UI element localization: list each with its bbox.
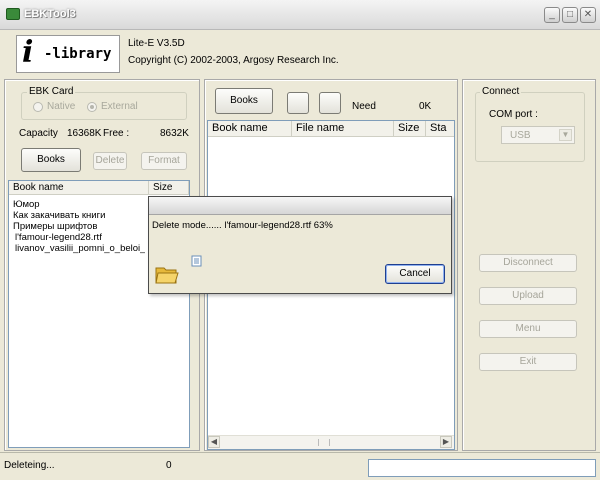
card-books-button[interactable]: Books	[21, 148, 81, 172]
card-list-header: Book name Size	[9, 181, 189, 195]
com-port-value: USB	[510, 130, 531, 141]
format-button[interactable]: Format	[141, 152, 187, 170]
list-item[interactable]: Юмор	[13, 199, 40, 210]
status-text: Deleteing...	[4, 460, 55, 471]
chevron-down-icon[interactable]: ▼	[559, 129, 572, 141]
minimize-button[interactable]: _	[544, 7, 560, 23]
scroll-right-icon[interactable]: ▶	[440, 436, 452, 448]
cancel-button[interactable]: Cancel	[385, 264, 445, 284]
col-book-name[interactable]: Book name	[9, 181, 149, 195]
horizontal-scrollbar[interactable]: ◀ ▶	[208, 435, 454, 449]
status-count: 0	[166, 460, 172, 471]
exit-button[interactable]: Exit	[479, 353, 577, 371]
add-button[interactable]	[287, 92, 309, 114]
com-port-label: COM port :	[489, 109, 538, 120]
list-item[interactable]: Примеры шрифтов	[13, 221, 97, 232]
maximize-button[interactable]: □	[562, 7, 578, 23]
capacity-value: 16368K	[67, 128, 102, 139]
window-title: EBKTool3	[24, 8, 76, 20]
connect-panel: Connect COM port : USB ▼ Disconnect Uplo…	[462, 79, 596, 451]
delete-button[interactable]: Delete	[93, 152, 127, 170]
free-label: Free :	[103, 128, 130, 139]
external-radio[interactable]	[87, 102, 97, 112]
version-label: Lite-E V3.5D	[128, 38, 185, 49]
ebk-card-title: EBK Card	[27, 86, 76, 97]
close-button[interactable]: ✕	[580, 7, 596, 23]
upload-button[interactable]: Upload	[479, 287, 577, 305]
menu-button[interactable]: Menu	[479, 320, 577, 338]
folder-icon	[155, 267, 179, 284]
col-file-name[interactable]: File name	[292, 121, 394, 137]
list-item[interactable]: Как закачивать книги	[13, 210, 105, 221]
flying-document-icon	[191, 255, 202, 267]
status-bar: Deleteing... 0	[0, 452, 600, 480]
need-value: 0K	[419, 101, 432, 112]
app-book-icon	[6, 8, 20, 20]
need-label: Need	[352, 101, 376, 112]
dialog-message: Delete mode...... l'famour-legend28.rtf …	[152, 220, 333, 231]
list-item[interactable]: l'famour-legend28.rtf	[15, 232, 102, 243]
transfer-list-header: Book name File name Size Sta	[208, 121, 454, 137]
connect-title: Connect	[480, 86, 522, 97]
scroll-left-icon[interactable]: ◀	[208, 436, 220, 448]
logo-text: -library	[44, 46, 112, 62]
col-status[interactable]: Sta	[426, 121, 454, 137]
logo-i-mark: i	[22, 35, 34, 70]
native-label: Native	[47, 101, 76, 112]
col-size[interactable]: Size	[149, 181, 189, 195]
progress-field	[368, 459, 596, 477]
disconnect-button[interactable]: Disconnect	[479, 254, 577, 272]
col-book-name[interactable]: Book name	[208, 121, 292, 137]
col-size[interactable]: Size	[394, 121, 426, 137]
capacity-label: Capacity	[19, 128, 58, 139]
scroll-thumb-grip[interactable]	[318, 439, 330, 446]
copyright-label: Copyright (C) 2002-2003, Argosy Research…	[128, 55, 339, 66]
title-bar[interactable]: EBKTool3 _ □ ✕	[0, 0, 600, 30]
delete-progress-dialog: Delete mode...... l'famour-legend28.rtf …	[148, 196, 452, 294]
list-item[interactable]: livanov_vasilii_pomni_o_beloi_v	[15, 243, 145, 254]
books-button[interactable]: Books	[215, 88, 273, 114]
remove-button[interactable]	[319, 92, 341, 114]
free-value: 8632K	[160, 128, 189, 139]
com-port-select[interactable]: USB ▼	[501, 126, 575, 144]
native-radio[interactable]	[33, 102, 43, 112]
dialog-title-bar[interactable]	[149, 197, 451, 215]
external-label: External	[101, 101, 138, 112]
